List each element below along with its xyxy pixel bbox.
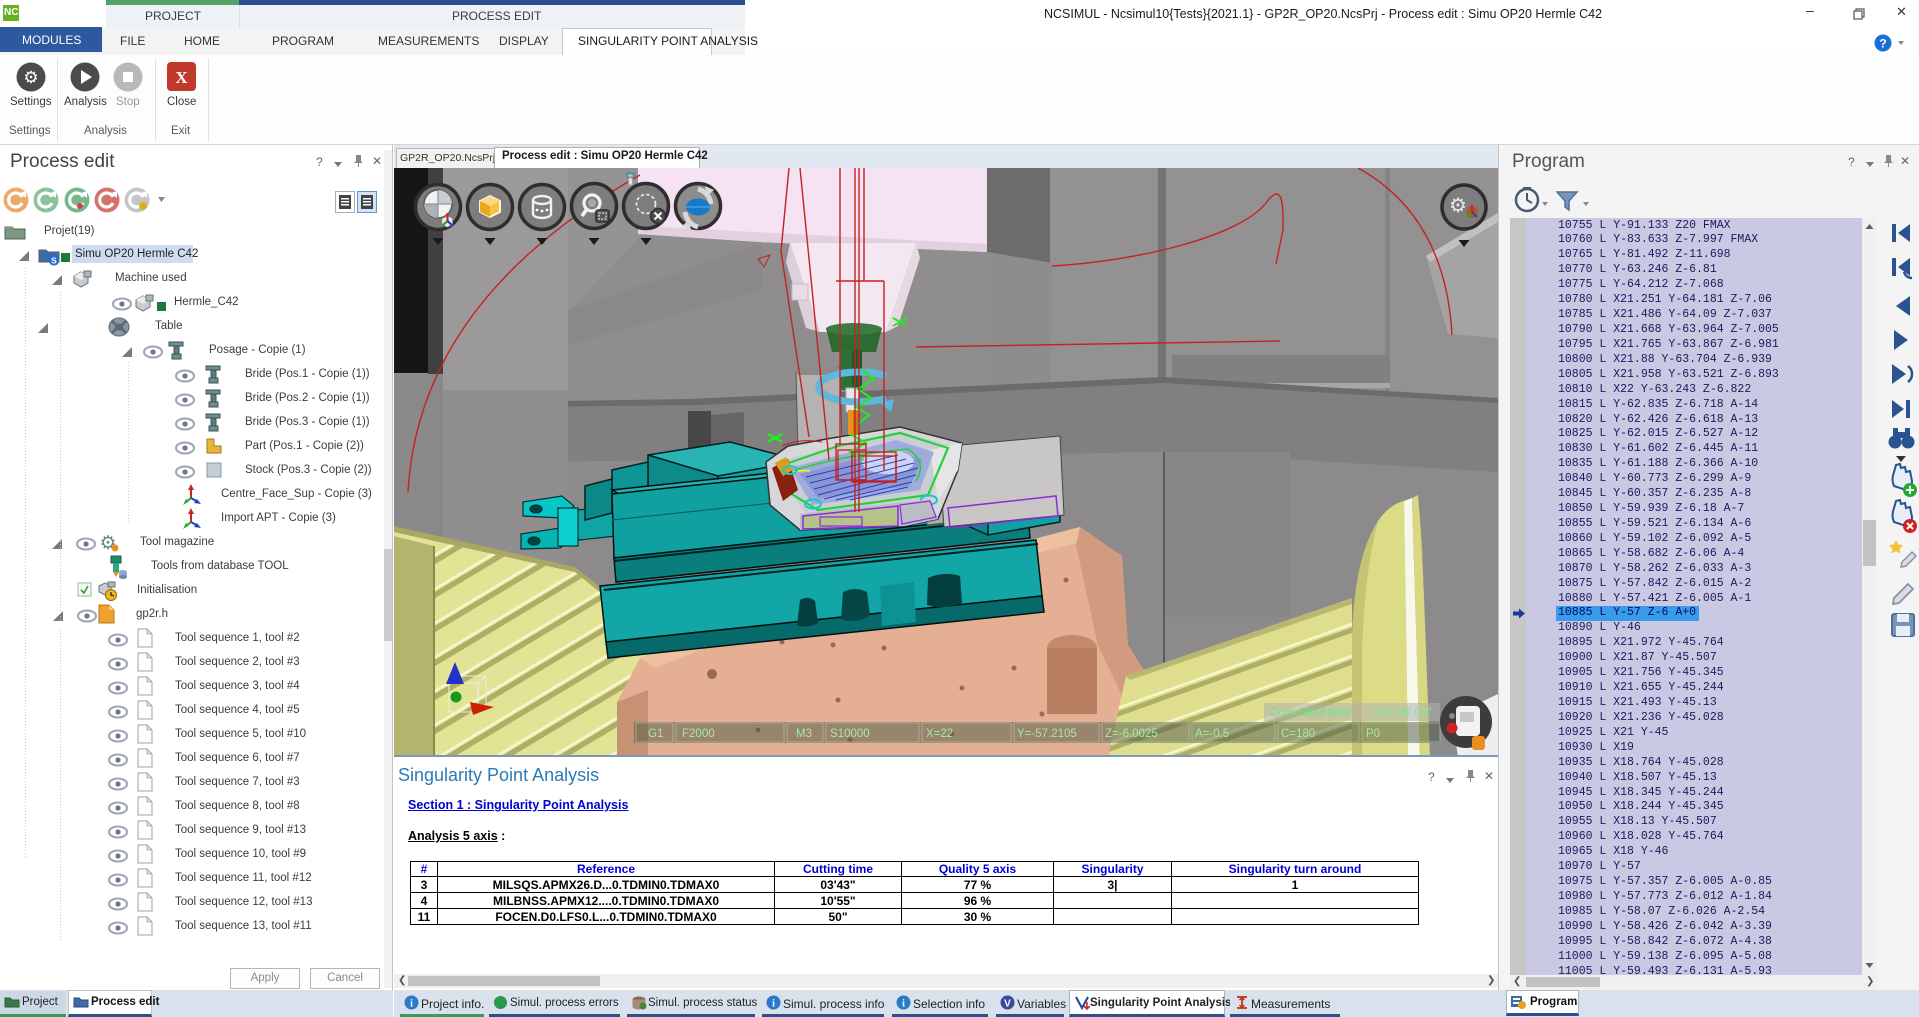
svg-text:V: V (1004, 999, 1011, 1010)
svg-text:i: i (772, 999, 775, 1010)
svg-text:G1: G1 (648, 728, 663, 740)
svg-text:i: i (410, 999, 413, 1010)
svg-text:F2000: F2000 (682, 728, 715, 740)
svg-text:?: ? (1879, 37, 1886, 51)
svg-text:Cumulated time: Cumulated time (1270, 707, 1351, 719)
svg-text:00h 08' 03": 00h 08' 03" (1374, 707, 1431, 719)
svg-text:S10000: S10000 (830, 728, 870, 740)
svg-text:⚙: ⚙ (1449, 195, 1467, 217)
svg-text:C=180: C=180 (1281, 728, 1315, 740)
svg-text:A=-0.5: A=-0.5 (1195, 728, 1229, 740)
svg-text:S: S (51, 256, 57, 266)
svg-text:Y=-57.2105: Y=-57.2105 (1017, 728, 1077, 740)
svg-text:X: X (175, 68, 188, 87)
svg-text:P0: P0 (1366, 728, 1380, 740)
svg-text:M3: M3 (796, 728, 812, 740)
svg-text:Z=-6.0025: Z=-6.0025 (1105, 728, 1158, 740)
svg-text:X=22: X=22 (926, 728, 953, 740)
svg-text:⚙: ⚙ (23, 68, 38, 87)
svg-text:i: i (902, 999, 905, 1010)
